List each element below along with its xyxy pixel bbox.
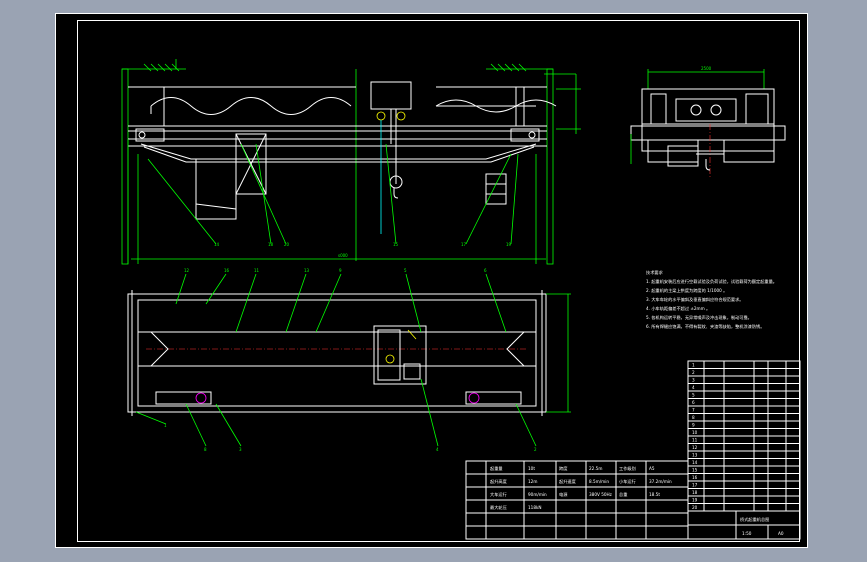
param-9: 起升速度 <box>559 478 577 485</box>
bom-row-number: 16 <box>692 475 698 480</box>
bom-row-number: 2 <box>692 370 695 375</box>
front-balloon-3: 18 <box>268 242 274 247</box>
plan-top-balloon-5: 9 <box>339 268 342 273</box>
bom-row-number: 6 <box>692 400 695 405</box>
title-text: 桥式起重机总图 <box>740 516 769 523</box>
bom-row-number: 4 <box>692 385 695 390</box>
front-balloon-5: 17 <box>461 242 467 247</box>
plan-bottom-balloon-4: 4 <box>436 447 439 452</box>
side-top-dimension: 2500 <box>701 66 712 71</box>
note-line-4: 4. 小车轨距偏差不超过 ±2mm 。 <box>646 305 710 312</box>
technical-notes: 技术要求 1. 起重机安装后应进行空载试验及负荷试验，试验载荷为额定起重量。 2… <box>646 269 777 330</box>
param-8: 12m <box>528 479 537 484</box>
param-10: 8.5m/min <box>589 479 609 484</box>
param-13: 大车运行 <box>490 491 507 498</box>
param-17: 总重 <box>619 491 627 497</box>
plan-top-balloon-2: 16 <box>224 268 230 273</box>
plan-bottom-balloon-5: 2 <box>534 447 537 452</box>
note-line-2: 2. 起重机的主梁上拱度为跨度的 1/1000 。 <box>646 287 727 294</box>
plan-top-balloon-4: 13 <box>304 268 310 273</box>
bom-row-number: 1 <box>692 363 695 368</box>
bom-row-number: 11 <box>692 438 698 443</box>
param-6: A5 <box>649 466 655 471</box>
plan-top-balloon-6: 5 <box>404 268 407 273</box>
plan-view: 12 16 11 13 9 5 6 1 8 3 4 2 <box>127 268 571 452</box>
title-block: 桥式起重机总图 1:50 A0 <box>687 510 801 540</box>
plan-bottom-balloon-2: 8 <box>204 447 207 452</box>
param-3: 跨度 <box>559 465 568 472</box>
front-balloon-2: 20 <box>284 242 290 247</box>
front-elevation: s000 14 20 18 15 17 19 <box>121 59 581 265</box>
bom-row-number: 14 <box>692 460 698 465</box>
scale-text: 1:50 <box>742 531 752 536</box>
sheet-size-text: A0 <box>778 531 784 536</box>
plan-bottom-balloon-3: 3 <box>239 447 242 452</box>
bom-row-number: 18 <box>692 490 698 495</box>
param-16: 380V 50Hz <box>589 492 613 497</box>
drawing-sheet: s000 14 20 18 15 17 19 2500 12 16 11 13 … <box>55 13 808 548</box>
param-2: 10t <box>528 466 535 471</box>
plan-bottom-balloon-1: 1 <box>164 423 167 428</box>
param-11: 小车运行 <box>619 478 636 485</box>
param-15: 电源 <box>559 491 568 498</box>
bom-row-number: 5 <box>692 393 695 398</box>
parameter-table: 起重量 10t 跨度 22.5m 工作级别 A5 起升高度 12m 起升速度 8… <box>465 460 689 540</box>
bom-row-number: 17 <box>692 483 698 488</box>
bom-row-number: 13 <box>692 453 698 458</box>
param-20: 118kN <box>528 505 542 510</box>
side-view: 2500 <box>630 66 786 179</box>
param-12: 37.2m/min <box>649 479 672 484</box>
bom-row-number: 15 <box>692 468 698 473</box>
bom-row-number: 9 <box>692 423 695 428</box>
front-balloon-1: 14 <box>214 242 220 247</box>
bom-row-number: 19 <box>692 498 698 503</box>
param-19: 最大轮压 <box>490 504 507 511</box>
notes-heading: 技术要求 <box>646 269 664 276</box>
trolley <box>370 81 412 110</box>
param-7: 起升高度 <box>490 478 508 485</box>
plan-top-balloon-3: 11 <box>254 268 260 273</box>
note-line-6: 6. 所有焊缝应饱满，不得有裂纹、夹渣等缺陷，整机涂漆防锈。 <box>646 323 764 330</box>
right-wall <box>546 68 554 265</box>
operator-cab <box>195 158 237 220</box>
note-line-3: 3. 大车车轮的水平偏斜及垂直偏斜应符合规范要求。 <box>646 296 743 303</box>
plan-top-balloon-1: 12 <box>184 268 190 273</box>
param-5: 工作级别 <box>619 465 636 472</box>
bom-row-number: 7 <box>692 408 695 413</box>
param-1: 起重量 <box>490 465 503 472</box>
front-balloon-6: 19 <box>506 242 512 247</box>
cad-drawing: s000 14 20 18 15 17 19 2500 12 16 11 13 … <box>121 59 801 540</box>
param-14: 90m/min <box>528 492 547 497</box>
front-balloon-4: 15 <box>393 242 399 247</box>
bom-row-number: 12 <box>692 445 698 450</box>
span-dimension-label: s000 <box>338 253 348 258</box>
note-line-1: 1. 起重机安装后应进行空载试验及负荷试验，试验载荷为额定起重量。 <box>646 278 777 285</box>
plan-top-balloon-7: 6 <box>484 268 487 273</box>
param-18: 18.5t <box>649 492 660 497</box>
bom-row-number: 10 <box>692 430 698 435</box>
note-line-5: 5. 各机构运转平稳，无异常噪声及冲击现象，制动可靠。 <box>646 314 752 321</box>
left-wall <box>121 68 129 265</box>
bom-row-number: 8 <box>692 415 695 420</box>
bom-row-number: 3 <box>692 378 695 383</box>
param-4: 22.5m <box>589 466 602 471</box>
bom-row-number: 20 <box>692 505 698 510</box>
